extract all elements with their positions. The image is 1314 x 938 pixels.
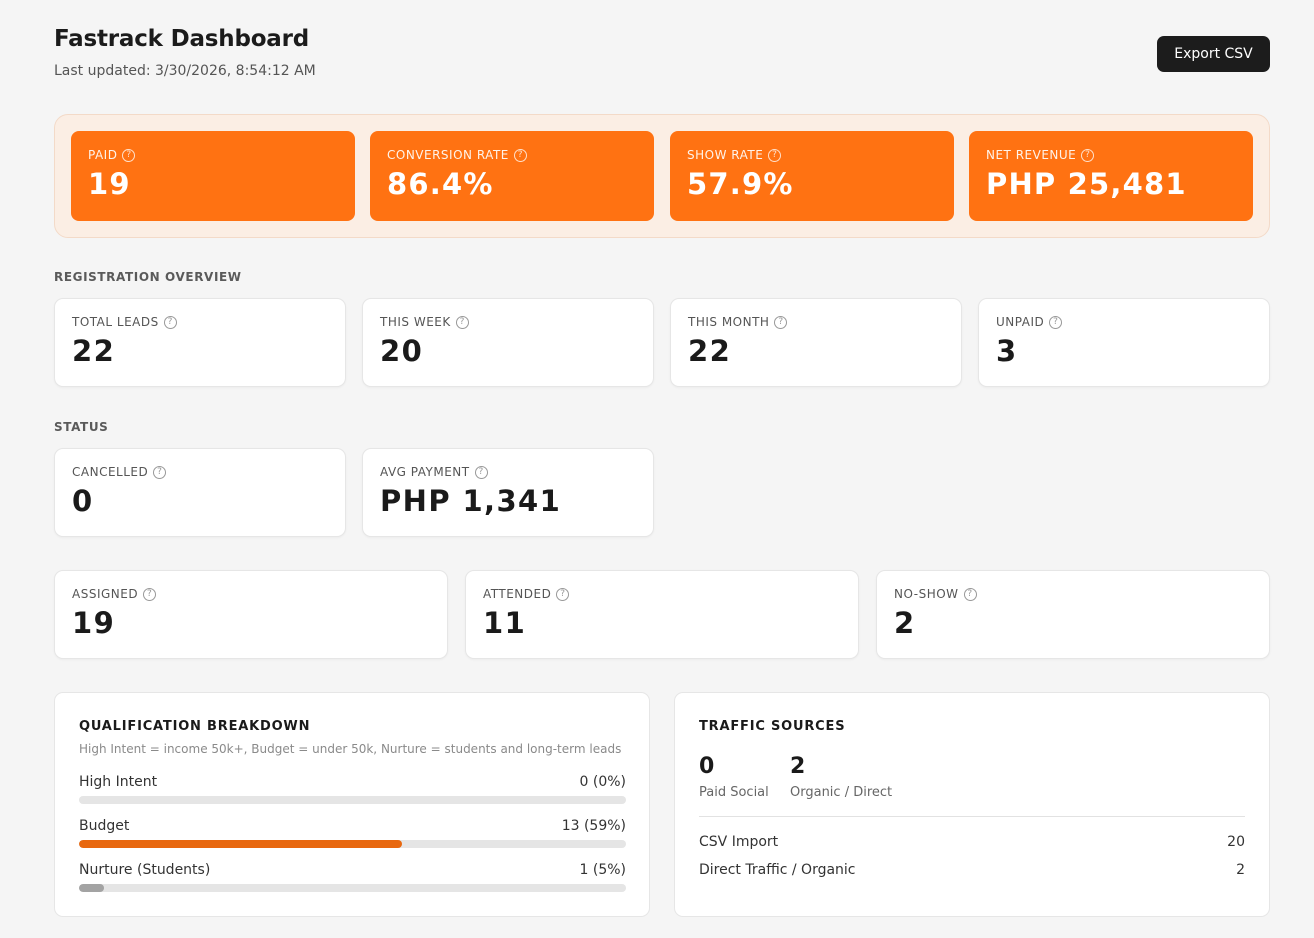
metric-card-unpaid: UNPAID? 3: [978, 298, 1270, 387]
metric-card-paid: PAID? 19: [71, 131, 355, 221]
metric-label: UNPAID: [996, 315, 1045, 329]
header: Fastrack Dashboard Last updated: 3/30/20…: [54, 26, 1270, 86]
metric-value: 22: [688, 334, 732, 368]
row-name: Nurture (Students): [79, 862, 211, 878]
help-icon[interactable]: ?: [153, 465, 167, 479]
traffic-row-direct-organic: Direct Traffic / Organic 2: [699, 862, 1245, 882]
metric-value: 19: [72, 606, 116, 640]
metric-value: 20: [380, 334, 424, 368]
traffic-sources-panel: TRAFFIC SOURCES 0 Paid Social 2 Organic …: [674, 692, 1270, 917]
metric-value: 0: [72, 484, 94, 518]
metric-label: NET REVENUE: [986, 148, 1077, 162]
help-icon[interactable]: ?: [474, 465, 488, 479]
row-count: 0 (0%): [579, 774, 627, 790]
metric-value: 19: [88, 167, 131, 201]
help-icon[interactable]: ?: [963, 587, 977, 601]
progress-fill: [79, 840, 402, 848]
metric-label: THIS WEEK: [380, 315, 451, 329]
help-icon[interactable]: ?: [1081, 148, 1095, 162]
metric-value: 22: [72, 334, 116, 368]
panel-title: TRAFFIC SOURCES: [699, 719, 846, 734]
metric-card-this-week: THIS WEEK? 20: [362, 298, 654, 387]
metric-label: TOTAL LEADS: [72, 315, 159, 329]
metric-card-conversion-rate: CONVERSION RATE? 86.4%: [370, 131, 654, 221]
metric-card-assigned: ASSIGNED? 19: [54, 570, 448, 659]
organic-direct-label: Organic / Direct: [790, 785, 893, 800]
qualification-row-budget: Budget 13 (59%): [79, 818, 626, 848]
help-icon[interactable]: ?: [455, 315, 469, 329]
progress-fill: [79, 884, 104, 892]
row-count: 2: [1236, 862, 1245, 878]
section-label-registration-overview: REGISTRATION OVERVIEW: [54, 270, 242, 284]
metric-card-show-rate: SHOW RATE? 57.9%: [670, 131, 954, 221]
help-icon[interactable]: ?: [774, 315, 788, 329]
divider: [699, 816, 1245, 817]
metric-label: AVG PAYMENT: [380, 465, 470, 479]
metric-label: PAID: [88, 148, 118, 162]
metric-label: CANCELLED: [72, 465, 149, 479]
help-icon[interactable]: ?: [143, 587, 157, 601]
metric-value: PHP 25,481: [986, 167, 1187, 201]
qualification-row-high-intent: High Intent 0 (0%): [79, 774, 626, 804]
row-name: Budget: [79, 818, 130, 834]
metric-label: CONVERSION RATE: [387, 148, 509, 162]
row-count: 20: [1227, 834, 1245, 850]
help-icon[interactable]: ?: [768, 148, 782, 162]
row-count: 13 (59%): [561, 818, 626, 834]
metric-card-no-show: NO-SHOW? 2: [876, 570, 1270, 659]
qualification-breakdown-panel: QUALIFICATION BREAKDOWN High Intent = in…: [54, 692, 650, 917]
metric-value: 86.4%: [387, 167, 494, 201]
row-name: Direct Traffic / Organic: [699, 862, 856, 878]
paid-social-label: Paid Social: [699, 785, 769, 800]
metric-label: SHOW RATE: [687, 148, 764, 162]
metric-card-net-revenue: NET REVENUE? PHP 25,481: [969, 131, 1253, 221]
help-icon[interactable]: ?: [556, 587, 570, 601]
organic-direct-count: 2: [790, 754, 806, 779]
metric-card-cancelled: CANCELLED? 0: [54, 448, 346, 537]
metric-card-total-leads: TOTAL LEADS? 22: [54, 298, 346, 387]
last-updated-text: Last updated: 3/30/2026, 8:54:12 AM: [54, 63, 316, 79]
metric-label: THIS MONTH: [688, 315, 770, 329]
metric-card-avg-payment: AVG PAYMENT? PHP 1,341: [362, 448, 654, 537]
metric-label: NO-SHOW: [894, 587, 959, 601]
metric-label: ATTENDED: [483, 587, 552, 601]
row-name: High Intent: [79, 774, 158, 790]
metric-value: 11: [483, 606, 527, 640]
row-count: 1 (5%): [579, 862, 627, 878]
panel-title: QUALIFICATION BREAKDOWN: [79, 719, 311, 734]
progress-track: [79, 840, 626, 848]
metric-value: 57.9%: [687, 167, 794, 201]
qualification-row-nurture: Nurture (Students) 1 (5%): [79, 862, 626, 892]
metric-label: ASSIGNED: [72, 587, 139, 601]
row-name: CSV Import: [699, 834, 779, 850]
help-icon[interactable]: ?: [122, 148, 136, 162]
help-icon[interactable]: ?: [513, 148, 527, 162]
metric-value: 2: [894, 606, 916, 640]
traffic-row-csv-import: CSV Import 20: [699, 834, 1245, 854]
panel-subtitle: High Intent = income 50k+, Budget = unde…: [79, 742, 622, 756]
page-title: Fastrack Dashboard: [54, 26, 310, 52]
help-icon[interactable]: ?: [1049, 315, 1063, 329]
export-csv-button[interactable]: Export CSV: [1157, 36, 1270, 72]
progress-track: [79, 884, 626, 892]
metric-card-attended: ATTENDED? 11: [465, 570, 859, 659]
paid-social-count: 0: [699, 754, 715, 779]
metric-value: PHP 1,341: [380, 484, 562, 518]
metric-card-this-month: THIS MONTH? 22: [670, 298, 962, 387]
help-icon[interactable]: ?: [163, 315, 177, 329]
progress-track: [79, 796, 626, 804]
metric-value: 3: [996, 334, 1018, 368]
section-label-status: STATUS: [54, 420, 109, 434]
highlight-metrics-panel: PAID? 19 CONVERSION RATE? 86.4% SHOW RAT…: [54, 114, 1270, 238]
